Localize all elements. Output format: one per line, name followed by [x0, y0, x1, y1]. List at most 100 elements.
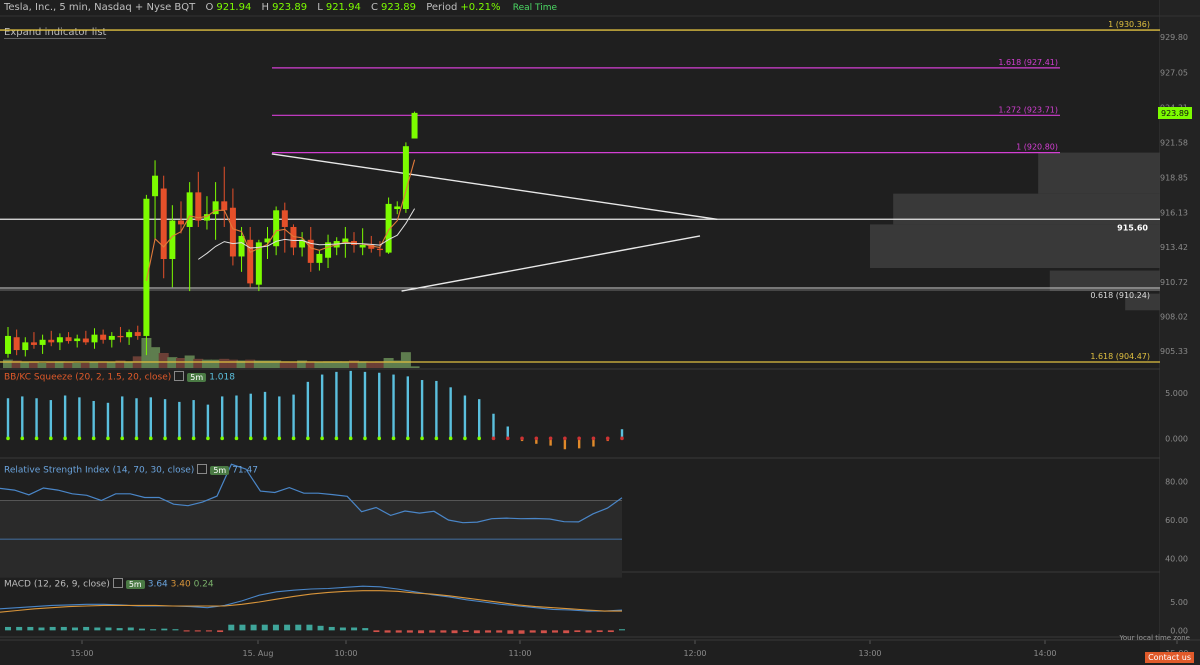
volume-bar [3, 359, 13, 368]
squeeze-dot [577, 436, 581, 441]
macd-histogram-bar [473, 630, 480, 634]
descending-trendline [271, 153, 718, 220]
current-price-text: 923.89 [1161, 109, 1189, 118]
squeeze-dot [463, 436, 467, 441]
macd-histogram-bar [451, 630, 458, 634]
price-tick-label: 916.13 [1160, 208, 1188, 217]
candle-body [195, 192, 202, 221]
candle-body [238, 235, 245, 257]
macd-histogram-bar [596, 630, 603, 633]
rsi-settings-box[interactable] [197, 464, 208, 474]
macd-histogram-bar [406, 630, 413, 633]
macd-histogram-bar [563, 630, 570, 634]
macd-histogram-bar [49, 626, 56, 631]
macd-value-1: 3.64 [147, 579, 168, 590]
candle-body [74, 338, 81, 342]
trendline-layer [271, 153, 718, 292]
squeeze-dot [148, 436, 153, 441]
squeeze-tick-label: 5.000 [1165, 389, 1188, 398]
squeeze-tick-label: 0.000 [1165, 434, 1188, 443]
squeeze-title: BB/KC Squeeze (20, 2, 1.5, 20, close) [4, 372, 172, 383]
macd-histogram-bar [60, 626, 67, 631]
macd-histogram-bar [317, 625, 324, 631]
price-tick-label: 929.80 [1160, 33, 1188, 42]
squeeze-dot [63, 436, 67, 441]
macd-line [0, 585, 623, 612]
candle-body [56, 337, 63, 343]
time-tick-label: 13:00 [858, 649, 881, 658]
macd-interval-badge: 5m [125, 579, 145, 589]
price-axis-bg [1160, 0, 1200, 665]
macd-histogram-bar [552, 630, 559, 633]
macd-histogram-bar [607, 630, 614, 633]
macd-histogram-bar [261, 624, 268, 631]
candle-body [376, 248, 383, 251]
candle-body [178, 220, 184, 225]
macd-histogram-bar [127, 627, 134, 631]
candle-body [134, 332, 141, 336]
macd-histogram-bar [183, 630, 190, 632]
macd-histogram-bar [485, 630, 492, 633]
candle-body [39, 339, 46, 345]
squeeze-dot [277, 436, 282, 441]
macd-histogram-bar [284, 624, 291, 631]
macd-histogram-bar [585, 630, 592, 633]
price-tick-label: 927.05 [1160, 68, 1188, 77]
volume-bar [201, 359, 212, 368]
macd-signal-line [0, 590, 622, 613]
rsi-value: 71.47 [232, 465, 258, 476]
rsi-tick-label: 80.00 [1165, 477, 1188, 486]
macd-title: MACD (12, 26, 9, close) [4, 579, 110, 590]
candle-body [91, 334, 98, 343]
macd-panel-label: MACD (12, 26, 9, close) 5m 3.64 3.40 0.24 [4, 578, 214, 590]
squeeze-dot [20, 436, 25, 441]
macd-histogram-bar [205, 630, 212, 632]
macd-histogram-bar [574, 630, 581, 633]
time-tick-label: 15. Aug [243, 649, 274, 658]
fib-level-1618-lower-label: 1.618 (904.47) [1090, 352, 1150, 361]
macd-histogram-bar [228, 624, 235, 631]
squeeze-dot [163, 436, 167, 441]
fib-level-1-label: 1 (920.80) [1016, 143, 1058, 152]
squeeze-dot [134, 436, 139, 441]
squeeze-dot [263, 436, 267, 441]
volume-bar [20, 362, 31, 368]
ascending-trendline [401, 235, 701, 292]
candle-body [117, 335, 124, 338]
squeeze-settings-box[interactable] [174, 371, 185, 381]
squeeze-dot [377, 436, 382, 441]
candle-body [411, 112, 418, 139]
macd-histogram-bar [373, 630, 380, 633]
moving-average-layer [145, 159, 416, 282]
candle-body [108, 335, 115, 340]
rsi-tick-label: 60.00 [1165, 516, 1188, 525]
macd-histogram-bar [272, 624, 279, 631]
macd-histogram-bar [362, 628, 369, 631]
chart-canvas[interactable]: 1 (930.36) 1.618 (927.41) 1.272 (923.71) 1 … [0, 0, 1200, 665]
squeeze-dot [406, 436, 410, 441]
squeeze-dot [491, 436, 496, 441]
volume-bar [89, 362, 100, 368]
squeeze-dot [477, 436, 482, 441]
macd-histogram-bar [16, 626, 23, 631]
volume-bar [210, 359, 221, 368]
macd-value-3: 0.24 [193, 579, 214, 590]
volume-bar [409, 366, 420, 368]
squeeze-panel-label: BB/KC Squeeze (20, 2, 1.5, 20, close) 5m 1… [4, 371, 235, 383]
squeeze-dot [348, 436, 353, 441]
macd-settings-box[interactable] [112, 578, 123, 588]
macd-histogram-bar [161, 628, 168, 631]
macd-histogram-bar [351, 627, 358, 631]
squeeze-dot [320, 436, 324, 441]
macd-histogram-bar [306, 624, 313, 631]
squeeze-dot [605, 436, 610, 441]
macd-histogram-bar [507, 630, 514, 634]
squeeze-dot [505, 436, 510, 441]
squeeze-dot [591, 436, 596, 441]
contact-us-button[interactable]: Contact us [1145, 652, 1194, 663]
price-tick-label: 913.42 [1160, 243, 1188, 252]
local-time-zone-label: Your local time zone [1119, 634, 1190, 642]
price-tick-label: 908.02 [1160, 312, 1188, 321]
macd-histogram-bar [462, 630, 469, 633]
squeeze-dot [34, 436, 39, 441]
